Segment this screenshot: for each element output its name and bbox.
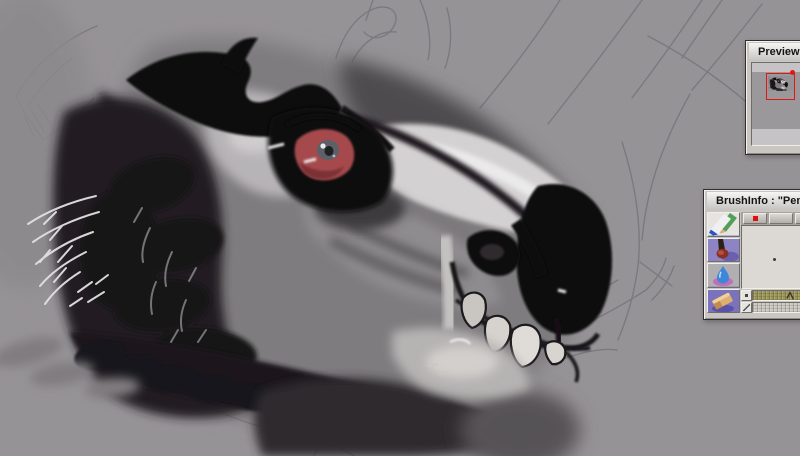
brush-slider-row-1: [741, 290, 800, 301]
eraser-tool-button[interactable]: [707, 288, 740, 313]
brush-tab-3[interactable]: [795, 213, 800, 224]
brush-slider-row-2: [741, 302, 800, 313]
brush-tool-button[interactable]: [707, 237, 740, 262]
paintbrush-icon: [708, 238, 739, 261]
slider1-track[interactable]: [752, 290, 800, 301]
brush-stroke-preview[interactable]: [741, 225, 800, 289]
eraser-icon: [708, 289, 739, 312]
slider1-handle[interactable]: [786, 291, 795, 300]
tool-column: [707, 212, 740, 313]
brushinfo-window-titlebar[interactable]: BrushInfo : "Pencil/Pe: [707, 192, 800, 210]
slider1-mode-button[interactable]: [741, 290, 752, 301]
slider2-track[interactable]: [752, 302, 800, 313]
brush-tab-2[interactable]: [769, 213, 793, 224]
preview-viewport-handle[interactable]: [790, 70, 795, 75]
pen-pencil-icon: [708, 213, 739, 236]
slider2-mode-button[interactable]: [741, 302, 752, 313]
brushinfo-window: BrushInfo : "Pencil/Pe: [703, 189, 800, 320]
water-tool-button[interactable]: [707, 263, 740, 288]
active-tab-marker-icon: [752, 216, 758, 221]
brush-tab-strip: [741, 212, 800, 225]
pen-tool-button[interactable]: [707, 212, 740, 237]
preview-window-titlebar[interactable]: Preview Wi: [749, 43, 800, 61]
brushinfo-window-title: BrushInfo : "Pencil/Pe: [716, 195, 800, 207]
drawing-canvas[interactable]: [0, 0, 800, 456]
diagonal-line-icon: [743, 304, 750, 311]
preview-navigator-panel[interactable]: [751, 62, 800, 146]
artwork-svg: [0, 0, 800, 456]
preview-window-title: Preview Wi: [758, 46, 800, 58]
preview-viewport-rect[interactable]: [766, 73, 795, 100]
square-dot-icon: [745, 294, 748, 297]
brush-size-dot: [773, 258, 776, 261]
preview-window: Preview Wi: [745, 40, 800, 155]
brush-tab-1-active[interactable]: [743, 213, 767, 224]
water-drop-icon: [708, 264, 739, 287]
